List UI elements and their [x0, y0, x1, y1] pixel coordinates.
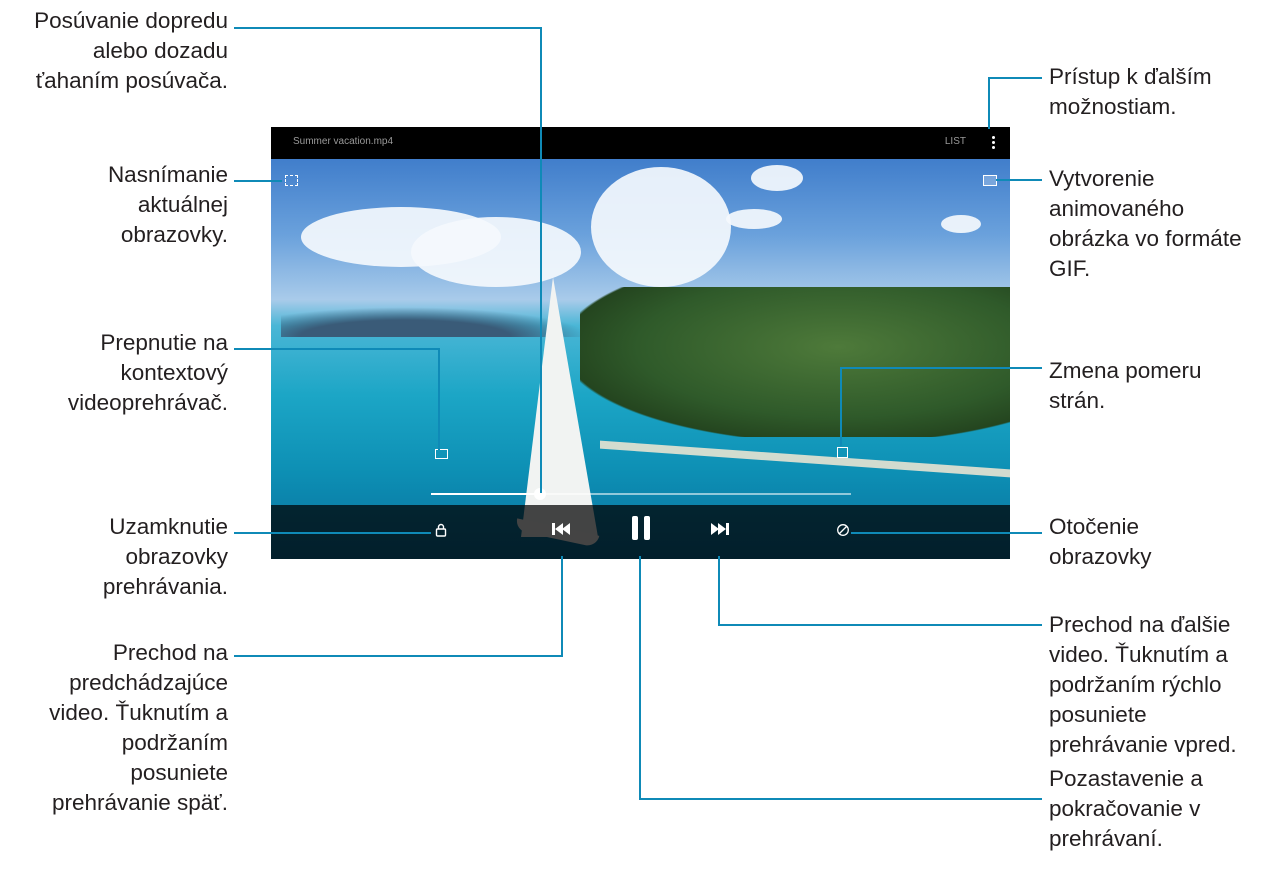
rotate-callout: Otočenie obrazovky — [1049, 514, 1152, 569]
ratio-icon[interactable] — [837, 447, 848, 458]
lock-icon[interactable] — [435, 523, 447, 537]
capture-icon[interactable] — [285, 175, 298, 186]
sailboat — [521, 277, 598, 537]
popup-callout: Prepnutie na kontextový videoprehrávač. — [67, 330, 228, 415]
pause-icon[interactable] — [630, 514, 652, 542]
more-leader — [988, 77, 1042, 129]
rotate-icon[interactable] — [836, 523, 850, 537]
more-callout: Prístup k ďalším možnostiam. — [1049, 64, 1212, 119]
capture-callout: Nasnímanie aktuálnej obrazovky. — [107, 162, 228, 247]
gif-callout: Vytvorenie animovaného obrázka vo formát… — [1049, 166, 1242, 281]
video-player-screen[interactable]: Summer vacation.mp4 LIST — [271, 127, 1010, 559]
seek-bar-progress — [431, 493, 541, 495]
cloud — [751, 165, 803, 191]
list-label[interactable]: LIST — [945, 136, 966, 147]
previous-leader — [234, 556, 563, 657]
previous-icon[interactable] — [551, 520, 571, 538]
seek-callout: Posúvanie dopredu alebo dozadu ťahaním p… — [34, 8, 228, 93]
lock-callout: Uzamknutie obrazovky prehrávania. — [102, 514, 228, 599]
island-beach — [600, 440, 1010, 478]
ratio-callout: Zmena pomeru strán. — [1049, 358, 1202, 413]
cloud — [941, 215, 981, 233]
previous-callout: Prechod na predchádzajúce video. Ťuknutí… — [49, 640, 228, 815]
gif-icon[interactable] — [983, 175, 997, 186]
cloud — [726, 209, 782, 229]
video-top-bar: Summer vacation.mp4 LIST — [271, 127, 1010, 159]
island — [580, 287, 1010, 437]
next-callout: Prechod na ďalšie video. Ťuknutím a podr… — [1049, 612, 1237, 757]
pause-callout: Pozastavenie a pokračovanie v prehrávaní… — [1049, 766, 1203, 851]
more-options-icon[interactable] — [990, 136, 996, 152]
next-leader — [718, 556, 1042, 626]
popup-player-icon[interactable] — [435, 449, 448, 459]
pause-leader — [639, 556, 1042, 800]
next-icon[interactable] — [710, 520, 730, 538]
video-title: Summer vacation.mp4 — [293, 136, 394, 147]
cloud — [591, 167, 731, 287]
playback-controls — [271, 505, 1010, 559]
